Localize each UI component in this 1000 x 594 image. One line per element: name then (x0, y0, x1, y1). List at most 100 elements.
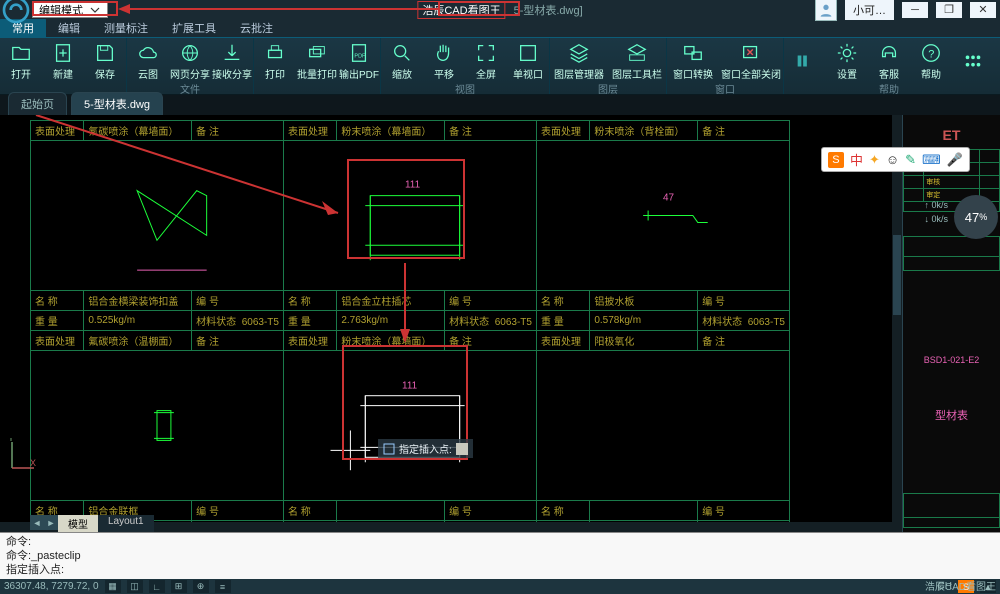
cell: 粉末喷涂（幕墙面） (337, 121, 445, 141)
ribbon-group-label: 视图 (381, 81, 549, 95)
layout-tab-layout1[interactable]: Layout1 (98, 515, 154, 532)
cell: 名 称 (283, 291, 336, 311)
layout-tab-model[interactable]: 模型 (58, 515, 98, 532)
service-button[interactable]: 客服 (868, 38, 910, 81)
perf-gauge-widget[interactable]: 47% (954, 195, 998, 239)
net-speed-widget: ↑ 0k/s ↓ 0k/s (924, 198, 948, 226)
svg-text:Y: Y (8, 438, 14, 443)
cell: 编 号 (445, 291, 537, 311)
status-coords: 36307.48, 7279.72, 0 (4, 581, 99, 592)
fullscreen-button[interactable]: 全屏 (465, 38, 507, 81)
titleblock-panel: ET 设计 校对 审核 审定 BSD1-021-E2 型材表 (902, 115, 1000, 532)
menu-tab-cloud[interactable]: 云批注 (228, 18, 285, 37)
cell: 名 称 (536, 291, 589, 311)
status-toggle[interactable]: ⊕ (193, 580, 209, 593)
user-avatar-icon[interactable] (815, 0, 837, 21)
command-line[interactable]: 命令: 命令:_pasteclip 指定插入点: (0, 532, 1000, 579)
settings-button[interactable]: 设置 (826, 38, 868, 81)
open-button[interactable]: 打开 (0, 38, 42, 81)
more-button[interactable] (952, 46, 994, 74)
cell: 备 注 (192, 121, 284, 141)
ucs-icon: Y X (8, 438, 36, 472)
cell: 重 量 (536, 311, 589, 331)
cell: 重 量 (283, 311, 336, 331)
zoom-button[interactable]: 缩放 (381, 38, 423, 81)
ime-keyboard-icon[interactable]: ⌨ (922, 152, 941, 168)
ime-input-icon[interactable]: ✎ (905, 152, 916, 168)
cell: 表面处理 (536, 331, 589, 351)
ribbon-group-label (254, 81, 380, 94)
cell: 编 号 (192, 291, 284, 311)
cell: 表面处理 (283, 121, 336, 141)
tooltip-label: 指定插入点: (399, 441, 452, 456)
ime-face-icon[interactable]: ☺ (886, 152, 899, 167)
status-toggle[interactable]: ⊞ (171, 580, 187, 593)
cell: 铝合金横梁装饰扣盖 (84, 291, 192, 311)
qat-placeholder-button[interactable] (784, 46, 826, 74)
cmd-prompt-line: 指定插入点: (6, 563, 994, 577)
menu-tab-edit[interactable]: 编辑 (46, 18, 92, 37)
layer-manager-button[interactable]: 图层管理器 (550, 38, 608, 81)
pink-code: BSD1-021-E2 (903, 355, 1000, 365)
pan-button[interactable]: 平移 (423, 38, 465, 81)
annotation-box (32, 1, 118, 16)
sogou-ime-toolbar[interactable]: S 中 ✦ ☺ ✎ ⌨ 🎤 (821, 147, 970, 172)
web-share-button[interactable]: 网页分享 (169, 38, 211, 81)
layout-next-button[interactable]: ► (44, 515, 58, 530)
ime-cn[interactable]: 中 (850, 150, 863, 169)
ribbon-group-label: 图层 (550, 81, 666, 95)
cell: 名 称 (283, 501, 336, 521)
cell: 编 号 (192, 501, 284, 521)
maximize-button[interactable]: ❐ (936, 2, 962, 18)
status-toggle[interactable]: ▦ (105, 580, 121, 593)
cell: 名 称 (31, 291, 84, 311)
svg-text:?: ? (928, 49, 934, 61)
recv-share-button[interactable]: 接收分享 (211, 38, 253, 81)
help-button[interactable]: ?帮助 (910, 38, 952, 81)
insert-point-tooltip: 指定插入点: (378, 439, 473, 458)
ribbon-group-label: 帮助 (784, 81, 994, 95)
cell: 编 号 (698, 291, 790, 311)
ime-mic-icon[interactable]: 🎤 (947, 152, 963, 168)
layer-toolbar-button[interactable]: 图层工具栏 (608, 38, 666, 81)
app-logo-icon (0, 0, 32, 19)
drawing-canvas[interactable]: 表面处理 氟碳喷涂（幕墙面） 备 注 表面处理 粉末喷涂（幕墙面） 备 注 表面… (0, 115, 902, 532)
status-toggle[interactable]: ≡ (215, 580, 231, 593)
save-button[interactable]: 保存 (84, 38, 126, 81)
vertical-scrollbar[interactable] (892, 115, 902, 532)
batch-print-button[interactable]: 批量打印 (296, 38, 338, 81)
svg-text:PDF: PDF (354, 54, 366, 60)
cell: 备 注 (445, 121, 537, 141)
status-bar: 36307.48, 7279.72, 0 ▦ ◫ ∟ ⊞ ⊕ ≡ CH S ▲ (0, 579, 1000, 594)
cell: 氟碳喷涂（幕墙面） (84, 121, 192, 141)
status-toggle[interactable]: ◫ (127, 580, 143, 593)
svg-text:47: 47 (663, 193, 675, 204)
export-pdf-button[interactable]: PDF输出PDF (338, 38, 380, 81)
layout-prev-button[interactable]: ◄ (30, 515, 44, 530)
window-close-all-button[interactable]: 窗口全部关闭 (719, 38, 783, 81)
doc-tab-start[interactable]: 起始页 (8, 92, 67, 115)
ime-emoji-icon[interactable]: ✦ (869, 152, 880, 168)
cell: 编 号 (698, 501, 790, 521)
doc-tab-file[interactable]: 5-型材表.dwg (71, 92, 163, 115)
status-toggle[interactable]: ∟ (149, 580, 165, 593)
cell: 0.578kg/m (590, 311, 698, 331)
minimize-button[interactable]: ─ (902, 2, 928, 18)
cell: 铝披水板 (590, 291, 698, 311)
window-switch-button[interactable]: 窗口转换 (667, 38, 719, 81)
ribbon-group-label: 窗口 (667, 81, 783, 95)
single-viewport-button[interactable]: 单视口 (507, 38, 549, 81)
print-button[interactable]: 打印 (254, 38, 296, 81)
menu-tab-ext[interactable]: 扩展工具 (160, 18, 228, 37)
tooltip-input[interactable] (456, 443, 468, 455)
cell: 铝合金立柱插芯 (337, 291, 445, 311)
cell: 0.525kg/m (84, 311, 192, 331)
cloud-button[interactable]: 云图 (127, 38, 169, 81)
cell: 编 号 (445, 501, 537, 521)
user-name-label[interactable]: 小可… (845, 0, 894, 20)
close-button[interactable]: ✕ (970, 2, 996, 18)
new-button[interactable]: 新建 (42, 38, 84, 81)
status-app-hint: 浩辰CAD看图王 (925, 578, 996, 593)
menu-tab-measure[interactable]: 测量标注 (92, 18, 160, 37)
cell: 表面处理 (283, 331, 336, 351)
